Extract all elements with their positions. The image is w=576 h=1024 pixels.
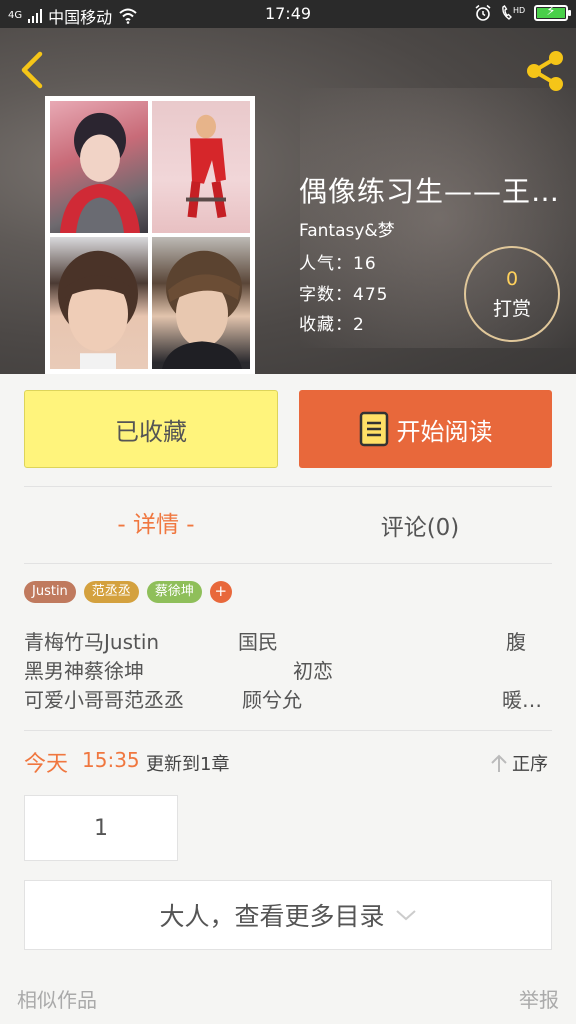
tip-count: 0 [505, 268, 519, 290]
description-text: 腹 [506, 630, 526, 654]
back-arrow-icon[interactable] [14, 48, 54, 92]
description-text: 顾兮允 [242, 688, 302, 712]
cover-photo-3 [50, 237, 148, 369]
divider [24, 563, 552, 564]
chapter-item[interactable]: 1 [24, 795, 178, 861]
status-bar: 4G 中国移动 17:49 HD ⚡ [0, 0, 576, 28]
description-line: 黑男神蔡徐坤 初恋 [24, 657, 552, 686]
tab-comments[interactable]: 评论(0) [288, 508, 552, 542]
more-contents-label: 大人，查看更多目录 [159, 902, 385, 931]
favorited-button[interactable]: 已收藏 [24, 390, 278, 468]
similar-works-heading: 相似作品 [17, 988, 97, 1012]
alarm-icon [475, 4, 491, 21]
divider [24, 486, 552, 487]
book-cover[interactable] [45, 96, 255, 374]
update-text: 更新到1章 [146, 754, 230, 775]
chapter-number: 1 [94, 815, 108, 841]
description-text: 可爱小哥哥范丞丞 [24, 688, 184, 712]
description-line: 青梅竹马Justin 国民 腹 [24, 628, 552, 657]
description-text: 初恋 [293, 659, 333, 683]
status-right: HD ⚡ [474, 4, 571, 22]
battery-icon: ⚡ [534, 4, 571, 21]
arrow-up-icon [491, 754, 507, 772]
tab-details[interactable]: - 详情 - [24, 505, 288, 539]
share-icon[interactable] [522, 48, 568, 94]
word-count-stat: 字数：475 [299, 285, 389, 305]
book-description: 青梅竹马Justin 国民 腹 黑男神蔡徐坤 初恋 可爱小哥哥范丞丞 顾兮允 暖… [24, 628, 552, 715]
start-reading-label: 开始阅读 [396, 417, 493, 446]
tag-item[interactable]: Justin [24, 581, 76, 603]
cover-photo-4 [152, 237, 250, 369]
description-text: 黑男神蔡徐坤 [24, 659, 144, 683]
popularity-stat: 人气：16 [299, 254, 377, 274]
chevron-down-icon [395, 910, 416, 921]
cover-photo-2 [152, 101, 250, 233]
description-text: 国民 [238, 630, 278, 654]
cover-photo-1 [50, 101, 148, 233]
tag-list: Justin 范丞丞 蔡徐坤 + [24, 581, 232, 603]
update-day: 今天 [24, 752, 69, 777]
report-link[interactable]: 举报 [519, 984, 559, 1013]
sort-order-label: 正序 [512, 754, 548, 775]
tag-item[interactable]: 蔡徐坤 [146, 581, 202, 603]
sort-order-button[interactable]: 正序 [490, 750, 548, 776]
book-header: 偶像练习生——王… Fantasy&梦 人气：16 字数：475 收藏：2 0 … [0, 28, 576, 374]
description-text: 青梅竹马Justin [24, 630, 160, 654]
add-tag-button[interactable]: + [209, 581, 232, 603]
book-author[interactable]: Fantasy&梦 [299, 216, 395, 241]
book-title: 偶像练习生——王… [299, 175, 561, 208]
divider [24, 730, 552, 731]
hd-call-icon: HD [502, 5, 525, 20]
tip-button[interactable]: 0 打赏 [464, 246, 560, 342]
svg-text:HD: HD [513, 6, 525, 15]
favorites-stat: 收藏：2 [299, 315, 365, 335]
more-contents-button[interactable]: 大人，查看更多目录 [24, 880, 552, 950]
start-reading-button[interactable]: 开始阅读 [299, 390, 552, 468]
description-text: 暖… [502, 688, 542, 712]
update-time: 15:35 [82, 748, 140, 772]
favorited-label: 已收藏 [115, 417, 187, 446]
tag-item[interactable]: 范丞丞 [83, 581, 139, 603]
tip-label: 打赏 [492, 298, 531, 320]
description-line: 可爱小哥哥范丞丞 顾兮允 暖… [24, 686, 552, 715]
book-icon [359, 411, 388, 447]
